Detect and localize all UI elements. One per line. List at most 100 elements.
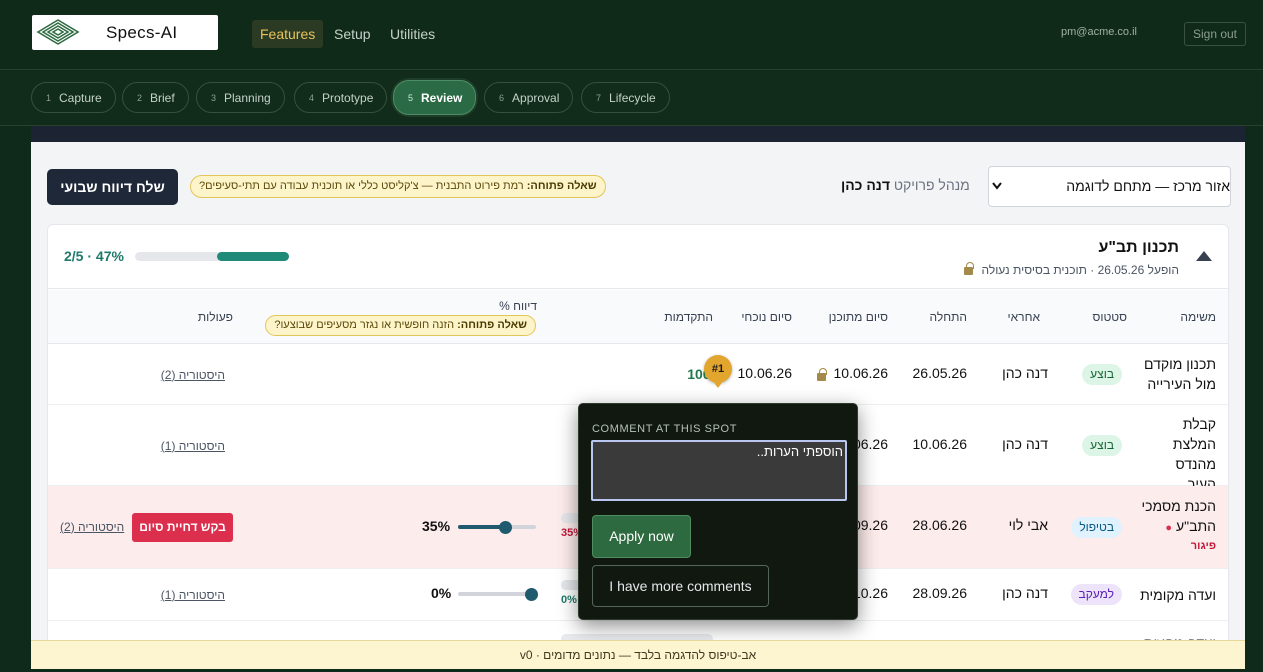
section-progress-fill <box>216 252 289 261</box>
project-manager-name: דנה כהן <box>841 177 890 193</box>
report-open-question-text: הזנה חופשית או נגזר מסעיפים שבוצעו? <box>274 319 455 331</box>
owner-name: דנה כהן <box>1002 365 1048 381</box>
step-label: Prototype <box>322 90 374 105</box>
step-number: 7 <box>596 92 602 103</box>
comment-marker[interactable]: #1 <box>704 355 732 388</box>
section-progress-text: 2/5 · 47% <box>64 248 124 264</box>
status-badge: בוצע <box>1082 435 1122 456</box>
status-badge: בוצע <box>1082 364 1122 385</box>
col-progress: התקדמות <box>664 310 713 324</box>
project-manager-label: מנהל פרויקט <box>893 177 970 193</box>
report-open-question-badge: שאלה פתוחה: הזנה חופשית או נגזר מסעיפים … <box>265 315 536 336</box>
owner-name: דנה כהן <box>1002 436 1048 452</box>
panel-top-strip <box>31 126 1245 142</box>
step-number: 4 <box>309 92 315 103</box>
col-report-pct: דיווח % <box>499 299 537 313</box>
step-label: Brief <box>150 90 175 105</box>
chevron-down-icon <box>992 167 1002 222</box>
col-task: משימה <box>1180 310 1216 324</box>
table-header: משימה סטטוס אחראי התחלה סיום מתוכנן סיום… <box>48 290 1228 344</box>
col-start: התחלה <box>929 310 967 324</box>
step-number: 6 <box>499 92 505 103</box>
start-date: 10.06.26 <box>912 436 968 452</box>
comment-input[interactable]: הוספתי הערות.. <box>591 440 847 501</box>
table-row[interactable]: ועדה מחוזית <box>48 621 1228 642</box>
report-open-question-label: שאלה פתוחה: <box>457 319 527 331</box>
slider-handle[interactable] <box>525 587 538 601</box>
step-lifecycle[interactable]: 7 Lifecycle <box>581 82 670 113</box>
collapse-icon[interactable] <box>1196 251 1212 261</box>
sign-out-button[interactable]: Sign out <box>1184 22 1246 46</box>
slider-fill <box>458 525 505 529</box>
apply-now-button[interactable]: Apply now <box>592 515 691 558</box>
history-link[interactable]: היסטוריה (1) <box>161 588 225 602</box>
step-label: Lifecycle <box>609 90 656 105</box>
task-name: קבלת המלצת מהנדס העיר <box>1172 416 1216 492</box>
send-weekly-report-button[interactable]: שלח דיווח שבועי <box>47 169 178 205</box>
status-badge: בטיפול <box>1071 517 1122 538</box>
step-number: 2 <box>137 92 143 103</box>
table-row[interactable]: תכנון מוקדם מול העירייה בוצע דנה כהן 26.… <box>48 344 1228 405</box>
history-link[interactable]: היסטוריה (1) <box>161 439 225 453</box>
step-prototype[interactable]: 4 Prototype <box>294 82 388 113</box>
history-link[interactable]: היסטוריה (2) <box>60 520 124 534</box>
owner-name: דנה כהן <box>1002 585 1048 601</box>
step-approval[interactable]: 6 Approval <box>484 82 574 113</box>
step-number: 1 <box>46 92 52 103</box>
lock-icon <box>817 368 827 381</box>
start-date: 26.05.26 <box>912 365 968 381</box>
comment-popup-title: COMMENT AT THIS SPOT <box>592 423 738 435</box>
open-question-label: שאלה פתוחה: <box>526 180 597 192</box>
comment-popup: COMMENT AT THIS SPOT הוספתי הערות.. Appl… <box>578 403 858 620</box>
report-pct-value: 35% <box>422 518 451 534</box>
project-manager: מנהל פרויקט דנה כהן <box>841 177 970 193</box>
step-number: 5 <box>408 92 414 103</box>
planned-end-date: 10.06.26 <box>833 365 889 381</box>
step-capture[interactable]: 1 Capture <box>31 82 116 113</box>
step-number: 3 <box>211 92 217 103</box>
step-planning[interactable]: 3 Planning <box>196 82 285 113</box>
section-title: תכנון תב"ע <box>1098 239 1179 256</box>
report-pct-value: 0% <box>431 585 452 601</box>
report-pct-slider[interactable] <box>458 520 536 534</box>
col-planned-end: סיום מתוכנן <box>828 310 888 324</box>
logo[interactable]: Specs-AI <box>32 15 218 50</box>
owner-name: אבי לוי <box>1008 517 1048 533</box>
start-date: 28.09.26 <box>912 585 968 601</box>
step-label: Capture <box>59 90 102 105</box>
task-name: ועדה מקומית <box>1140 587 1216 603</box>
request-delay-button[interactable]: בקש דחיית סיום <box>132 513 233 542</box>
delay-tag: פיגור <box>1190 540 1216 552</box>
area-select[interactable]: אזור מרכז — מתחם לדוגמה <box>988 166 1231 207</box>
section-header[interactable]: תכנון תב"ע הופעל 26.05.26 · תוכנית בסיסי… <box>48 225 1228 289</box>
step-label: Review <box>421 90 463 105</box>
area-select-value: אזור מרכז — מתחם לדוגמה <box>1066 178 1230 194</box>
more-comments-button[interactable]: I have more comments <box>592 565 769 607</box>
nav-utilities[interactable]: Utilities <box>382 20 443 48</box>
top-bar: Specs-AI Features Setup Utilities pm@acm… <box>0 0 1263 70</box>
lock-icon <box>964 262 974 275</box>
start-date: 28.06.26 <box>912 517 968 533</box>
history-link[interactable]: היסטוריה (2) <box>161 368 225 382</box>
delay-dot-icon: ● <box>1165 522 1173 534</box>
open-question-badge: שאלה פתוחה: רמת פירוט התבנית — צ'קליסט כ… <box>190 175 606 198</box>
col-owner: אחראי <box>1007 310 1041 324</box>
user-email: pm@acme.co.il <box>1061 26 1137 38</box>
task-name: תכנון מוקדם מול העירייה <box>1144 356 1216 392</box>
step-brief[interactable]: 2 Brief <box>122 82 189 113</box>
current-end-date: 10.06.26 <box>737 365 793 381</box>
nav-setup[interactable]: Setup <box>326 20 379 48</box>
slider-handle[interactable] <box>499 520 512 534</box>
logo-text: Specs-AI <box>106 22 178 42</box>
nav-features[interactable]: Features <box>252 20 324 48</box>
step-label: Planning <box>224 90 271 105</box>
step-review[interactable]: 5 Review <box>393 80 477 115</box>
open-question-text: רמת פירוט התבנית — צ'קליסט כללי או תוכני… <box>199 180 524 192</box>
task-name-text: הכנת מסמכי התב"ע <box>1141 498 1217 534</box>
col-current-end: סיום נוכחי <box>741 310 792 324</box>
workflow-stepper: 1 Capture 2 Brief 3 Planning 4 Prototype… <box>0 71 1263 126</box>
task-name: הכנת מסמכי התב"ע ● פיגור <box>1136 496 1217 554</box>
report-pct-slider[interactable] <box>458 587 538 601</box>
logo-icon <box>36 18 80 45</box>
section-progress-bar <box>135 252 289 261</box>
